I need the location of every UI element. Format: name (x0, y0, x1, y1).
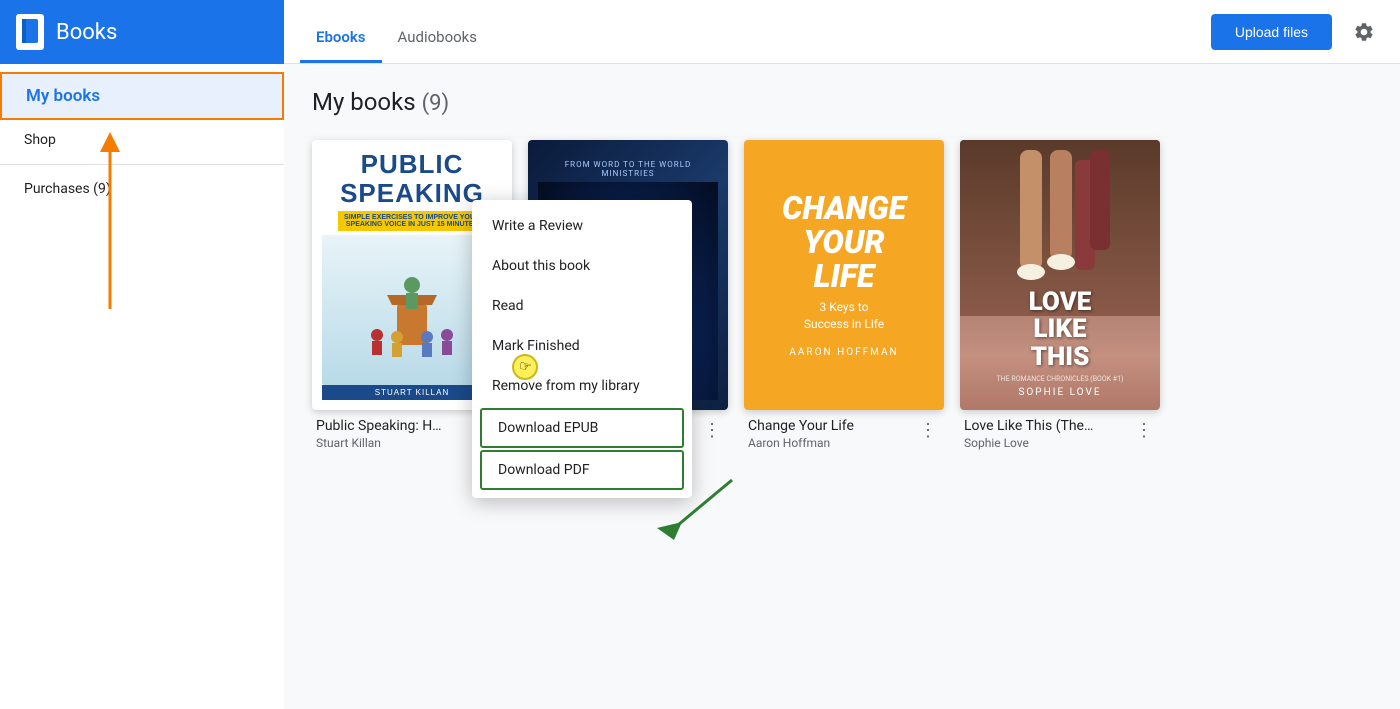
book-title: Public Speaking: H… (316, 418, 476, 434)
context-menu-mark-finished[interactable]: Mark Finished (472, 326, 692, 366)
upload-files-button[interactable]: Upload files (1211, 14, 1332, 50)
sidebar-item-shop[interactable]: Shop (0, 120, 284, 160)
logo-book-icon (16, 14, 44, 50)
book-author: Stuart Killan (316, 436, 484, 450)
settings-button[interactable] (1344, 12, 1384, 52)
sidebar: My books Shop Purchases (9) (0, 64, 284, 709)
book-card-public-speaking: PUBLICSPEAKING SIMPLE EXERCISES TO IMPRO… (312, 140, 512, 450)
book-author: Sophie Love (964, 436, 1132, 450)
tab-audiobooks[interactable]: Audiobooks (382, 0, 494, 63)
page-title: My books (9) (312, 88, 1372, 116)
sidebar-item-purchases[interactable]: Purchases (9) (0, 169, 284, 209)
context-menu-read[interactable]: Read (472, 286, 692, 326)
book-card-change-life: CHANGEYOURLIFE 3 Keys toSuccess in Life … (744, 140, 944, 450)
tab-ebooks[interactable]: Ebooks (300, 0, 382, 63)
app-title: Books (56, 20, 117, 45)
tab-bar: Ebooks Audiobooks (284, 0, 1195, 64)
top-navigation: Books Ebooks Audiobooks Upload files (0, 0, 1400, 64)
app-logo: Books (0, 0, 284, 64)
book-cover-love-like-this[interactable]: LOVELIKETHIS THE ROMANCE CHRONICLES (BOO… (960, 140, 1160, 410)
context-menu-write-review[interactable]: Write a Review (472, 206, 692, 246)
books-grid: PUBLICSPEAKING SIMPLE EXERCISES TO IMPRO… (312, 140, 1372, 450)
context-menu-about-book[interactable]: About this book (472, 246, 692, 286)
book-info-change-life: Change Your Life Aaron Hoffman ⋮ (744, 410, 944, 450)
content-area: My books (9) PUBLICSPEAKING SIMPLE EXERC… (284, 64, 1400, 709)
book-info-love-like-this: Love Like This (The… Sophie Love ⋮ (960, 410, 1160, 450)
book-menu-button-change-life[interactable]: ⋮ (916, 418, 940, 442)
header-actions: Upload files (1195, 0, 1400, 64)
sidebar-divider (0, 164, 284, 165)
main-layout: My books Shop Purchases (9) My books (9)… (0, 64, 1400, 709)
context-menu: Write a Review About this book Read Mark… (472, 200, 692, 498)
book-menu-button-bible-study[interactable]: ⋮ (700, 418, 724, 442)
context-menu-download-pdf[interactable]: Download PDF (480, 450, 684, 490)
book-title: Change Your Life (748, 418, 908, 434)
book-menu-button-love-like-this[interactable]: ⋮ (1132, 418, 1156, 442)
book-title: Love Like This (The… (964, 418, 1124, 434)
sidebar-item-my-books[interactable]: My books (0, 72, 284, 120)
book-author: Aaron Hoffman (748, 436, 916, 450)
context-menu-download-epub[interactable]: Download EPUB (480, 408, 684, 448)
context-menu-remove-library[interactable]: Remove from my library (472, 366, 692, 406)
gear-icon (1353, 21, 1375, 43)
book-card-love-like-this: LOVELIKETHIS THE ROMANCE CHRONICLES (BOO… (960, 140, 1160, 450)
book-cover-change-life[interactable]: CHANGEYOURLIFE 3 Keys toSuccess in Life … (744, 140, 944, 410)
